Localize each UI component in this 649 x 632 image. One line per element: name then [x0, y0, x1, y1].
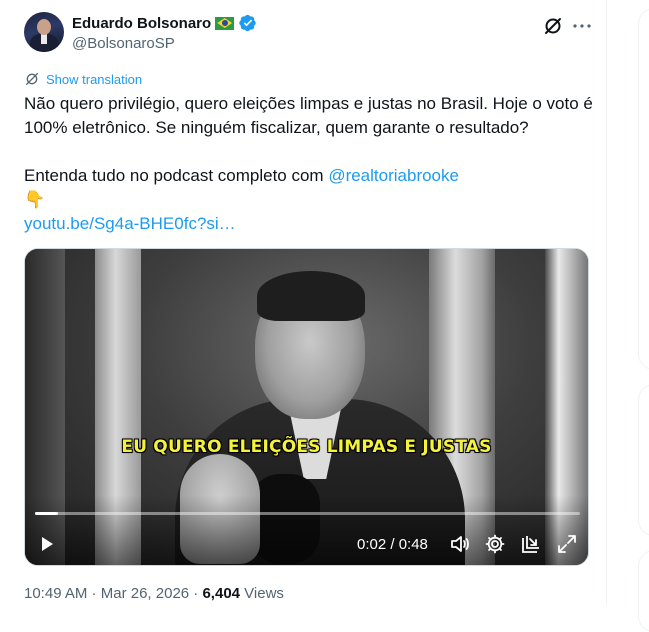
tweet-text: Não quero privilégio, quero eleições lim…: [24, 92, 604, 236]
tweet-card: Eduardo Bolsonaro @BolsonaroSP Show tran…: [0, 0, 607, 604]
youtube-link[interactable]: youtu.be/Sg4a-BHE0fc?si…: [24, 214, 236, 233]
grok-icon[interactable]: [541, 14, 565, 38]
author-display-name[interactable]: Eduardo Bolsonaro: [72, 15, 211, 32]
volume-icon[interactable]: [448, 532, 472, 556]
video-progress-fill: [35, 512, 58, 515]
fullscreen-icon[interactable]: [555, 532, 579, 556]
tweet-paragraph-1: Não quero privilégio, quero eleições lim…: [24, 94, 593, 137]
video-time: 0:02 / 0:48: [357, 536, 428, 553]
video-player[interactable]: EU QUERO ELEIÇÕES LIMPAS E JUSTAS 0:02 /…: [24, 248, 589, 566]
play-icon[interactable]: [35, 532, 59, 556]
views-count: 6,404: [202, 585, 241, 602]
sidebar-card: [638, 384, 649, 536]
more-dots-icon[interactable]: [570, 14, 594, 38]
tweet-paragraph-2-text: Entenda tudo no podcast completo com: [24, 166, 329, 185]
tweet-paragraph-2: Entenda tudo no podcast completo com @re…: [24, 164, 604, 188]
show-translation-link[interactable]: Show translation: [24, 71, 142, 87]
video-caption: EU QUERO ELEIÇÕES LIMPAS E JUSTAS: [121, 437, 492, 457]
video-progress-bar[interactable]: [35, 512, 580, 515]
settings-gear-icon[interactable]: [483, 532, 507, 556]
translate-icon: [26, 73, 38, 85]
sidebar-card: [638, 550, 649, 632]
verified-badge-icon[interactable]: [239, 14, 257, 32]
pointing-down-emoji: 👇: [24, 190, 46, 209]
author-name-row[interactable]: Eduardo Bolsonaro: [72, 14, 257, 32]
tweet-time[interactable]: 10:49 AM: [24, 585, 87, 602]
author-handle[interactable]: @BolsonaroSP: [72, 35, 175, 52]
brazil-flag-icon: [215, 16, 235, 30]
pop-out-icon[interactable]: [519, 532, 543, 556]
avatar[interactable]: [24, 12, 64, 52]
tweet-meta: 10:49 AM · Mar 26, 2026 · 6,404 Views: [24, 585, 284, 602]
views-label: Views: [240, 585, 284, 602]
tweet-date[interactable]: Mar 26, 2026: [101, 585, 189, 602]
sidebar-card: [638, 8, 649, 370]
mention-link[interactable]: @realtoriabrooke: [328, 166, 459, 185]
show-translation-label[interactable]: Show translation: [46, 72, 142, 87]
